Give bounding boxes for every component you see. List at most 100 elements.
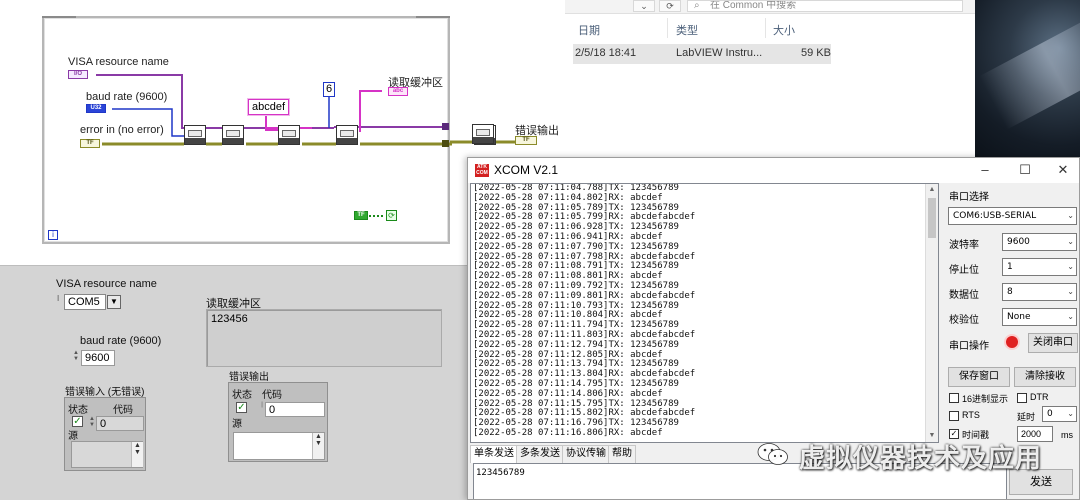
chevron-down-icon[interactable]: ▼ bbox=[107, 295, 121, 309]
rts-checkbox[interactable] bbox=[949, 411, 959, 421]
code-spin-icon[interactable]: ▲ ▼ bbox=[88, 416, 96, 430]
status-check-icon[interactable]: ✓ bbox=[72, 416, 83, 427]
stop-bits-select[interactable]: 1 ⌄ bbox=[1002, 258, 1077, 276]
fp-baud-label: baud rate (9600) bbox=[80, 335, 162, 347]
port-status-led-icon bbox=[1006, 336, 1018, 348]
xcom-title: XCOM V2.1 bbox=[494, 163, 559, 177]
chevron-down-icon: ⌄ bbox=[1067, 312, 1074, 321]
read-count-constant[interactable]: 6 bbox=[323, 82, 335, 97]
explorer-search-input[interactable]: ⌕ 在 Common 中搜索 bbox=[687, 0, 963, 12]
delay-select[interactable]: 0 ⌄ bbox=[1042, 406, 1077, 422]
source-scrollbar[interactable]: ▲ ▼ bbox=[131, 442, 143, 467]
loop-iteration-terminal[interactable]: i bbox=[48, 230, 58, 240]
read-buffer-indicator: 123456 bbox=[206, 309, 442, 367]
receive-log[interactable]: [2022-05-28 07:11:04.788]TX: 123456789 [2… bbox=[470, 183, 939, 443]
error-in-terminal[interactable]: TF bbox=[80, 139, 100, 148]
column-divider bbox=[667, 18, 668, 38]
write-string-constant[interactable]: abcdef bbox=[248, 99, 290, 115]
stop-bits-label: 停止位 bbox=[949, 265, 979, 276]
rts-label: RTS bbox=[962, 410, 980, 420]
delay-label: 延时 bbox=[1017, 412, 1036, 422]
visa-resource-label: VISA resource name bbox=[68, 56, 169, 68]
loop-condition-icon[interactable]: ⟳ bbox=[386, 210, 397, 221]
visa-write-vi[interactable] bbox=[278, 125, 300, 145]
watermark-text: 虚拟仪器技术及应用 bbox=[799, 443, 1043, 473]
dtr-checkbox[interactable] bbox=[1017, 393, 1027, 403]
parity-select[interactable]: None ⌄ bbox=[1002, 308, 1077, 326]
chevron-down-icon: ⌄ bbox=[1067, 262, 1074, 271]
port-select[interactable]: COM6:USB-SERIAL ⌄ bbox=[948, 207, 1077, 225]
baud-rate-terminal[interactable]: U32 bbox=[86, 104, 106, 113]
dtr-label: DTR bbox=[1030, 392, 1049, 402]
file-size: 59 KB bbox=[801, 47, 831, 59]
visa-flush-vi[interactable] bbox=[222, 125, 244, 145]
column-header-size[interactable]: 大小 bbox=[773, 22, 795, 38]
error-in-cluster-label: 错误输入 (无错误) bbox=[65, 387, 145, 398]
baud-select[interactable]: 9600 ⌄ bbox=[1002, 233, 1077, 251]
file-date: 2/5/18 18:41 bbox=[575, 47, 637, 59]
error-out-terminal[interactable]: TF bbox=[515, 136, 537, 145]
explorer-toolbar: ⌄ ⟳ ⌕ 在 Common 中搜索 bbox=[565, 0, 975, 14]
column-divider bbox=[765, 18, 766, 38]
tab-help[interactable]: 帮助 bbox=[608, 445, 636, 463]
scroll-up-icon[interactable]: ▲ bbox=[926, 184, 938, 196]
data-bits-label: 数据位 bbox=[949, 290, 979, 301]
port-operation-label: 串口操作 bbox=[949, 341, 989, 352]
status-label: 状态 bbox=[68, 405, 88, 416]
code-label: 代码 bbox=[262, 390, 282, 401]
baud-spin-icon[interactable]: ▲ ▼ bbox=[72, 350, 80, 364]
chevron-down-icon: ⌄ bbox=[1067, 409, 1074, 418]
error-in-code-input[interactable]: 0 bbox=[96, 416, 144, 431]
visa-icon: Ι bbox=[57, 294, 60, 303]
read-buffer-terminal[interactable]: abc bbox=[388, 87, 408, 96]
error-out-wire bbox=[450, 140, 516, 144]
close-icon[interactable]: ✕ bbox=[1044, 158, 1079, 182]
visa-resource-select[interactable]: COM5 bbox=[64, 294, 106, 310]
error-in-cluster: 状态 代码 ✓ ▲ ▼ 0 源 ▲ ▼ bbox=[64, 397, 146, 471]
code-label: 代码 bbox=[113, 405, 133, 416]
xcom-app-icon: ATK COM bbox=[475, 164, 489, 177]
visa-read-vi[interactable] bbox=[336, 125, 358, 145]
minimize-icon[interactable]: – bbox=[966, 158, 1004, 182]
status-check-icon: ✓ bbox=[236, 402, 247, 413]
log-lines: [2022-05-28 07:11:04.788]TX: 123456789 [2… bbox=[471, 184, 938, 439]
background-photo bbox=[975, 0, 1080, 160]
source-scrollbar[interactable]: ▲ ▼ bbox=[312, 433, 324, 459]
chevron-down-icon: ⌄ bbox=[1067, 237, 1074, 246]
fp-visa-label: VISA resource name bbox=[56, 278, 157, 290]
tab-multi-send[interactable]: 多条发送 bbox=[516, 445, 564, 463]
tab-single-send[interactable]: 单条发送 bbox=[470, 445, 518, 463]
dropdown-icon[interactable]: ⌄ bbox=[633, 0, 655, 12]
baud-rate-input[interactable]: 9600 bbox=[81, 350, 115, 366]
front-panel-window: VISA resource name Ι COM5 ▼ baud rate (9… bbox=[0, 265, 468, 500]
read-buffer-value: 123456 bbox=[211, 313, 248, 325]
visa-configure-serial-vi[interactable] bbox=[184, 125, 206, 145]
xcom-titlebar: ATK COM XCOM V2.1 – ☐ ✕ bbox=[468, 158, 1079, 183]
baud-rate-label: baud rate (9600) bbox=[86, 91, 168, 103]
stop-button-terminal[interactable]: TF bbox=[354, 211, 368, 220]
column-header-type[interactable]: 类型 bbox=[676, 22, 698, 38]
while-loop[interactable]: VISA resource name I/O baud rate (9600) … bbox=[42, 16, 496, 244]
refresh-icon[interactable]: ⟳ bbox=[659, 0, 681, 12]
visa-resource-terminal[interactable]: I/O bbox=[68, 70, 88, 79]
scroll-thumb[interactable] bbox=[928, 198, 936, 238]
data-bits-select[interactable]: 8 ⌄ bbox=[1002, 283, 1077, 301]
save-window-button[interactable]: 保存窗口 bbox=[948, 367, 1010, 387]
clear-receive-button[interactable]: 清除接收 bbox=[1014, 367, 1076, 387]
chevron-down-icon: ⌄ bbox=[1067, 211, 1074, 220]
log-scrollbar[interactable]: ▲ ▼ bbox=[925, 184, 938, 442]
wechat-icon bbox=[757, 443, 788, 465]
close-port-button[interactable]: 关闭串口 bbox=[1028, 333, 1078, 353]
tab-protocol[interactable]: 协议传输 bbox=[562, 445, 610, 463]
baud-label: 波特率 bbox=[949, 240, 979, 251]
column-header-date[interactable]: 日期 bbox=[578, 22, 600, 38]
source-label: 源 bbox=[68, 431, 78, 442]
error-in-label: error in (no error) bbox=[80, 124, 164, 136]
hex-display-checkbox[interactable] bbox=[949, 393, 959, 403]
port-select-label: 串口选择 bbox=[949, 192, 989, 203]
hex-display-label: 16进制显示 bbox=[962, 394, 1009, 404]
file-type: LabVIEW Instru... bbox=[676, 47, 763, 59]
parity-label: 校验位 bbox=[949, 315, 979, 326]
error-out-cluster: 状态 代码 ✓ | 0 源 ▲ ▼ bbox=[228, 382, 328, 462]
maximize-icon[interactable]: ☐ bbox=[1006, 158, 1044, 182]
